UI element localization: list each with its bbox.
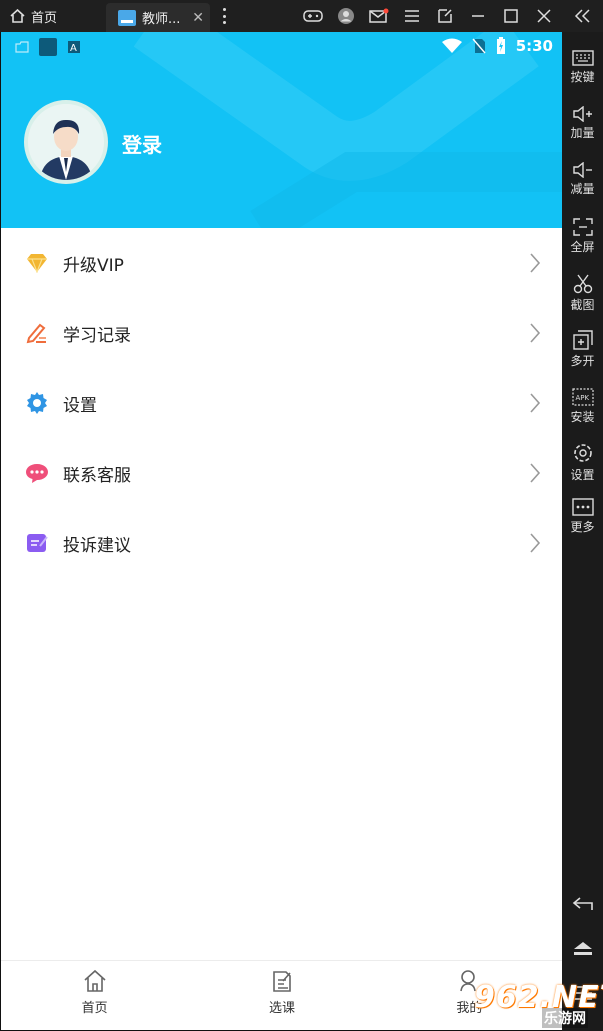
sidebar-label: 更多 [570,520,595,534]
sidebar-button-keymap[interactable]: 按键 [562,50,603,85]
menu-item-feedback[interactable]: 投诉建议 [1,508,562,578]
watermark-logo: 962.NET 乐游网 [470,980,603,1028]
svg-text:APK: APK [575,394,589,402]
feedback-icon [25,531,49,555]
emulator-sidebar: 按键 加量 减量 全屏 截图 多开 APK 安装 设置 更多 [562,0,603,1031]
sidebar-label: 全屏 [570,240,595,254]
menu-item-label: 设置 [63,395,97,416]
emulator-window: 首页 教师... ✕ A 5:30 登录 升级VIP 学习记录 设置 联系客服 … [0,0,603,1031]
mail-icon[interactable] [362,0,395,32]
tab-close-icon[interactable]: ✕ [192,10,204,26]
keyboard-icon [571,50,594,66]
home-tab[interactable]: 首页 [10,0,57,32]
svg-text:A: A [70,43,77,54]
menu-item-study-record[interactable]: 学习记录 [1,298,562,368]
android-statusbar: A 5:30 [1,32,562,60]
volume-down-icon [572,162,592,178]
status-time: 5:30 [515,37,553,55]
chevron-right-icon [530,323,541,343]
menu-item-label: 学习记录 [63,325,131,346]
hamburger-menu-icon[interactable] [395,0,428,32]
sidebar-button-fullscreen[interactable]: 全屏 [562,218,603,255]
home-key-icon [573,942,592,955]
close-icon[interactable] [527,0,560,32]
avatar[interactable] [24,100,108,184]
no-sim-icon [472,38,486,54]
minimize-icon[interactable] [461,0,494,32]
maximize-icon[interactable] [494,0,527,32]
sidebar-button-home[interactable] [562,940,603,958]
collapse-sidebar-icon[interactable] [562,0,603,32]
home-icon [84,969,106,992]
gamepad-icon[interactable] [296,0,329,32]
sidebar-label: 设置 [570,468,595,482]
app-tab[interactable]: 教师... ✕ [106,3,210,32]
menu-item-settings[interactable]: 设置 [1,368,562,438]
sidebar-label: 按键 [570,70,595,84]
chevron-right-icon [530,463,541,483]
settings-icon [573,444,592,462]
sidebar-button-back[interactable] [562,896,603,912]
menu-item-customer-service[interactable]: 联系客服 [1,438,562,508]
nav-item-home[interactable]: 首页 [1,961,188,1030]
sidebar-label: 安装 [570,410,595,424]
nav-label: 首页 [81,1001,108,1016]
folder-notification-icon [15,41,29,53]
sidebar-button-more[interactable]: 更多 [562,498,603,535]
chevron-right-icon [530,533,541,553]
sidebar-button-screenshot[interactable]: 截图 [562,274,603,313]
apk-install-icon: APK [571,388,594,406]
phone-screen: A 5:30 登录 升级VIP 学习记录 设置 联系客服 投诉建议 首页 选课 … [0,32,562,1031]
nav-label: 选课 [268,1001,295,1016]
fullscreen-icon [572,218,593,236]
multi-instance-icon [572,330,593,350]
sidebar-label: 截图 [570,298,595,312]
sidebar-button-settings[interactable]: 设置 [562,442,603,483]
volume-up-icon [572,106,592,122]
sidebar-button-volume-up[interactable]: 加量 [562,106,603,141]
emulator-titlebar: 首页 教师... ✕ [0,0,603,32]
watermark-bottom: 乐游网 [542,1008,588,1028]
course-icon [273,971,291,992]
app-tab-label: 教师... [142,12,181,27]
menu-item-label: 升级VIP [63,255,124,276]
menu-item-label: 联系客服 [63,465,131,486]
sidebar-label: 加量 [570,126,595,140]
sidebar-label: 多开 [570,354,595,368]
sidebar-button-volume-down[interactable]: 减量 [562,162,603,197]
nav-item-courses[interactable]: 选课 [188,961,375,1030]
home-tab-label: 首页 [31,10,58,26]
scissors-icon [573,274,592,294]
app-notification-icon [39,38,57,56]
menu-item-label: 投诉建议 [63,535,131,556]
menu-item-vip[interactable]: 升级VIP [1,228,562,298]
user-avatar-icon [28,104,104,180]
more-icon [571,498,594,516]
app-tab-icon [118,9,136,26]
profile-menu: 升级VIP 学习记录 设置 联系客服 投诉建议 [1,228,562,578]
back-icon [572,897,593,910]
wifi-icon [441,38,462,53]
sidebar-label: 减量 [570,182,595,196]
chat-bubble-icon [25,461,49,485]
chevron-right-icon [530,253,541,273]
chevron-right-icon [530,393,541,413]
gear-icon [25,391,49,415]
sidebar-button-install-apk[interactable]: APK 安装 [562,386,603,425]
profile-header: A 5:30 登录 [1,32,562,228]
pen-record-icon [25,321,49,345]
vip-diamond-icon [25,251,49,275]
battery-charging-icon [496,37,505,54]
user-icon[interactable] [329,0,362,32]
window-shrink-icon[interactable] [428,0,461,32]
sidebar-button-multi-instance[interactable]: 多开 [562,330,603,369]
more-menu-icon[interactable] [218,6,230,26]
home-icon [10,9,25,23]
login-link[interactable]: 登录 [122,129,162,158]
text-notification-icon: A [68,41,80,54]
